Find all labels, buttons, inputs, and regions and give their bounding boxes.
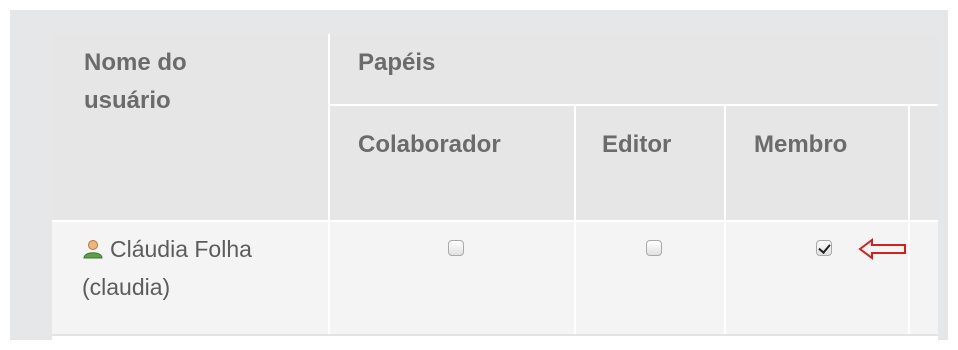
user-roles-table: Nome do usuário Papéis Colaborador Edito… <box>52 34 938 340</box>
roles-group-header: Papéis <box>330 34 938 104</box>
user-icon <box>83 240 103 259</box>
role-header-editor-text: Editor <box>602 131 672 158</box>
role-header-colaborador-text: Colaborador <box>358 131 501 158</box>
role-header-overflow <box>910 106 938 220</box>
username-text: Cláudia Folha (claudia) <box>82 230 302 306</box>
grid-line <box>328 34 330 334</box>
username-cell: Cláudia Folha (claudia) <box>82 230 322 330</box>
username-column-header-text: Nome do usuário <box>84 49 187 114</box>
role-header-membro: Membro <box>726 106 908 220</box>
table-bottom-border <box>52 334 938 336</box>
username-label: Cláudia Folha (claudia) <box>82 236 252 300</box>
grid-line <box>52 220 938 222</box>
role-header-membro-text: Membro <box>754 131 848 158</box>
role-header-editor: Editor <box>576 106 724 220</box>
role-checkbox-membro[interactable] <box>816 240 832 256</box>
role-checkbox-editor[interactable] <box>646 240 662 256</box>
username-column-header: Nome do usuário <box>52 34 328 220</box>
roles-group-header-text: Papéis <box>358 49 436 76</box>
screenshot-frame: Nome do usuário Papéis Colaborador Edito… <box>10 10 948 340</box>
role-header-colaborador: Colaborador <box>330 106 574 220</box>
role-checkbox-colaborador[interactable] <box>448 240 464 256</box>
grid-line <box>330 104 938 106</box>
left-arrow-icon <box>858 238 906 260</box>
